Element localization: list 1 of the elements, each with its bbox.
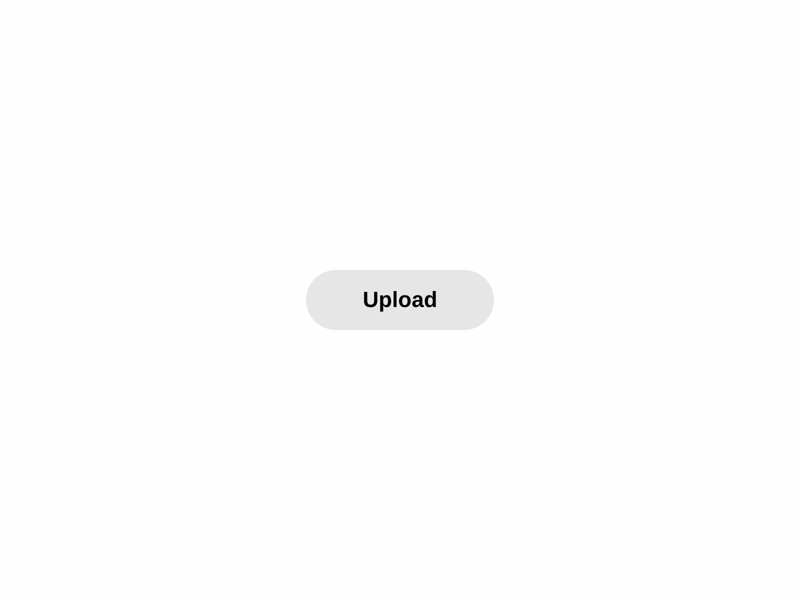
- upload-button[interactable]: Upload: [306, 270, 494, 330]
